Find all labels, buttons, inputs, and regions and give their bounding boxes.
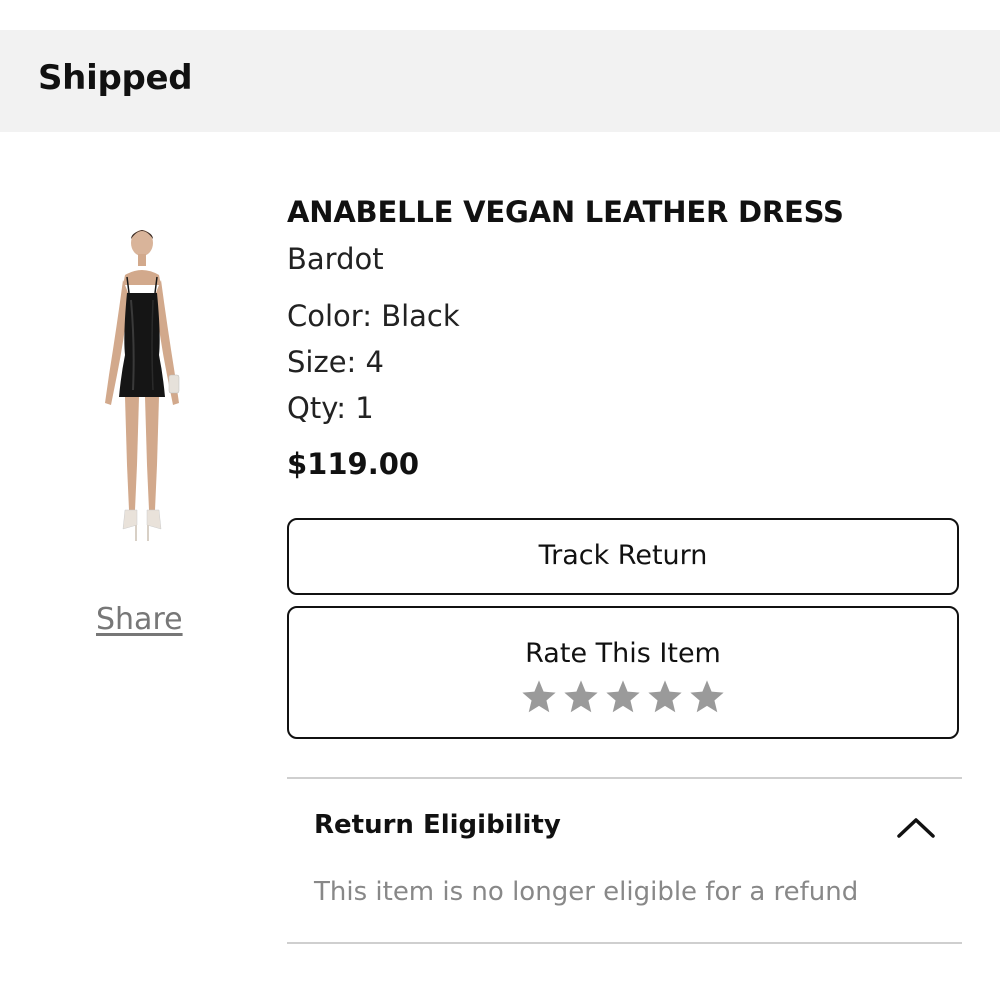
track-return-button[interactable]: Track Return [287,518,959,595]
chevron-up-icon[interactable] [895,812,937,842]
star-icon[interactable] [646,678,684,716]
order-status-title: Shipped [38,58,193,98]
product-size: Size: 4 [287,345,384,379]
product-brand: Bardot [287,242,384,276]
rate-item-label: Rate This Item [525,638,721,669]
track-return-label: Track Return [538,540,708,571]
share-link[interactable]: Share [96,602,183,637]
product-image[interactable] [95,225,190,550]
product-quantity: Qty: 1 [287,391,374,425]
divider-top [287,777,962,779]
return-eligibility-message: This item is no longer eligible for a re… [314,877,859,907]
return-eligibility-title: Return Eligibility [314,810,561,840]
product-name: ANABELLE VEGAN LEATHER DRESS [287,195,844,229]
product-color: Color: Black [287,299,460,333]
star-icon[interactable] [604,678,642,716]
product-price: $119.00 [287,447,420,481]
star-icon[interactable] [562,678,600,716]
rate-item-panel[interactable]: Rate This Item [287,606,959,739]
star-icon[interactable] [520,678,558,716]
star-rating[interactable] [289,678,957,716]
star-icon[interactable] [688,678,726,716]
divider-bottom [287,942,962,944]
